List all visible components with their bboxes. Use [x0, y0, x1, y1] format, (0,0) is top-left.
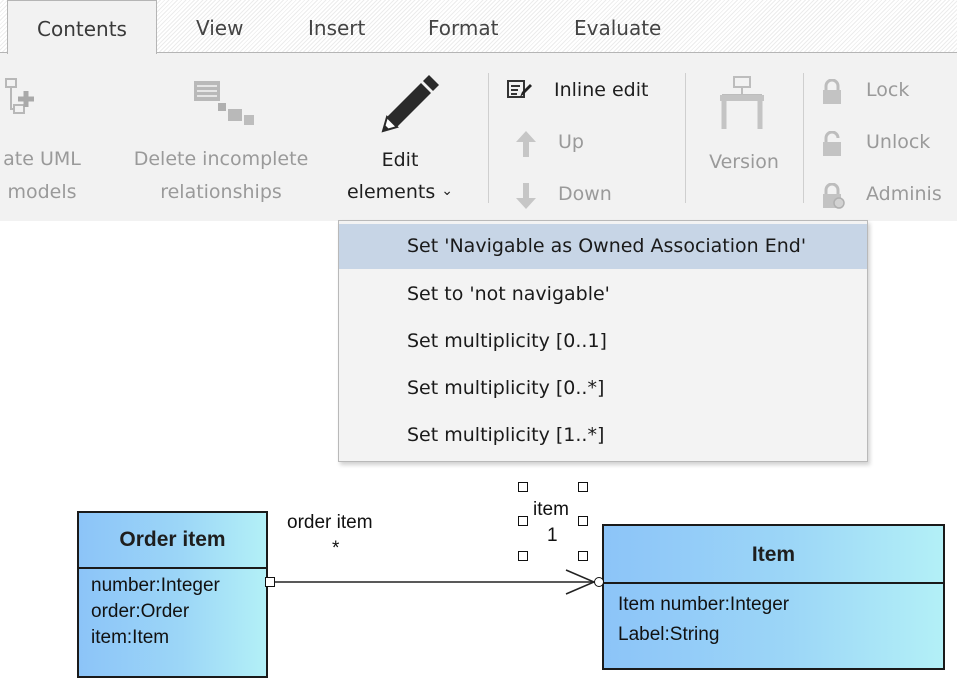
ribbon-tab-bar: Contents View Insert Format Evaluate	[0, 0, 957, 54]
delete-label-2: relationships	[160, 181, 282, 203]
menu-item-set-not-navigable[interactable]: Set to 'not navigable'	[339, 272, 867, 317]
unlock-label: Unlock	[866, 131, 931, 153]
target-role-label[interactable]: item	[533, 499, 569, 521]
menu-item-set-navigable[interactable]: Set 'Navigable as Owned Association End'	[339, 224, 867, 269]
class-item-title: Item	[604, 526, 943, 584]
tab-insert[interactable]: Insert	[308, 0, 365, 52]
tab-format[interactable]: Format	[428, 0, 498, 52]
ribbon-separator	[685, 73, 686, 203]
administrate-button[interactable]: Adminis	[818, 179, 957, 213]
arrow-up-icon	[516, 131, 536, 157]
menu-item-multiplicity-0-many[interactable]: Set multiplicity [0..*]	[339, 366, 867, 411]
lock-button[interactable]: Lock	[818, 75, 957, 109]
attribute-order: order:Order	[91, 601, 190, 622]
ribbon-separator	[803, 73, 804, 203]
move-down-label: Down	[558, 183, 612, 205]
class-order-item-title: Order item	[79, 513, 266, 569]
attribute-label: Label:String	[618, 624, 720, 645]
source-role-label[interactable]: order item	[287, 512, 373, 534]
ribbon-panel: ate UML models Delete incomplete relatio…	[0, 52, 957, 221]
create-uml-models-button[interactable]: ate UML models	[0, 53, 100, 221]
administrate-label: Adminis	[866, 183, 942, 205]
lock-label: Lock	[866, 79, 910, 101]
source-multiplicity-label[interactable]: *	[332, 538, 339, 560]
version-label: Version	[709, 151, 779, 173]
class-order-item[interactable]: Order item number:Integer order:Order it…	[77, 511, 268, 678]
delete-label-1: Delete incomplete	[133, 148, 309, 170]
connector-target-endpoint[interactable]	[594, 577, 604, 587]
uml-diagram-canvas[interactable]: Order item number:Integer order:Order it…	[0, 470, 957, 681]
delete-incomplete-relationships-button[interactable]: Delete incomplete relationships	[112, 53, 330, 221]
pencil-icon	[377, 73, 441, 137]
move-up-label: Up	[558, 131, 584, 153]
connector-source-endpoint[interactable]	[265, 577, 275, 587]
unlock-button[interactable]: Unlock	[818, 127, 957, 161]
target-multiplicity-label[interactable]: 1	[547, 525, 558, 547]
attribute-item: item:Item	[91, 627, 170, 648]
edit-elements-button[interactable]: Edit elements ⌄	[330, 53, 480, 221]
selection-handle[interactable]	[578, 551, 588, 561]
selection-handle[interactable]	[578, 516, 588, 526]
selection-handle[interactable]	[578, 482, 588, 492]
menu-item-multiplicity-1-many[interactable]: Set multiplicity [1..*]	[339, 413, 867, 458]
create-model-icon	[4, 77, 38, 125]
attribute-number: number:Integer	[91, 575, 220, 596]
admin-lock-icon	[821, 183, 845, 209]
move-up-button[interactable]: Up	[506, 127, 626, 161]
create-uml-label-2: models	[7, 181, 77, 203]
selection-handle[interactable]	[518, 551, 528, 561]
edit-elements-text: elements	[346, 181, 436, 203]
version-icon	[718, 75, 766, 133]
class-item[interactable]: Item Item number:Integer Label:String	[602, 524, 945, 670]
menu-item-multiplicity-0-1[interactable]: Set multiplicity [0..1]	[339, 319, 867, 364]
edit-elements-label-1: Edit	[381, 149, 419, 171]
edit-elements-dropdown-menu: Set 'Navigable as Owned Association End'…	[338, 220, 868, 462]
edit-elements-label-2: elements ⌄	[330, 177, 470, 209]
attribute-item-number: Item number:Integer	[618, 594, 790, 615]
tab-evaluate[interactable]: Evaluate	[574, 0, 661, 52]
version-button[interactable]: Version	[692, 53, 796, 221]
ribbon-separator	[488, 73, 489, 203]
inline-edit-label: Inline edit	[554, 79, 649, 101]
arrow-down-icon	[516, 183, 536, 209]
tab-view[interactable]: View	[196, 0, 243, 52]
selection-handle[interactable]	[518, 516, 528, 526]
lock-icon	[821, 79, 843, 105]
selection-handle[interactable]	[518, 482, 528, 492]
unlock-icon	[821, 131, 843, 157]
create-uml-label-1: ate UML	[3, 148, 81, 170]
tab-contents[interactable]: Contents	[7, 0, 157, 54]
delete-relationships-icon	[188, 75, 260, 135]
move-down-button[interactable]: Down	[506, 179, 626, 213]
inline-edit-icon	[506, 79, 532, 101]
inline-edit-button[interactable]: Inline edit	[506, 75, 676, 109]
chevron-down-icon: ⌄	[441, 183, 454, 199]
